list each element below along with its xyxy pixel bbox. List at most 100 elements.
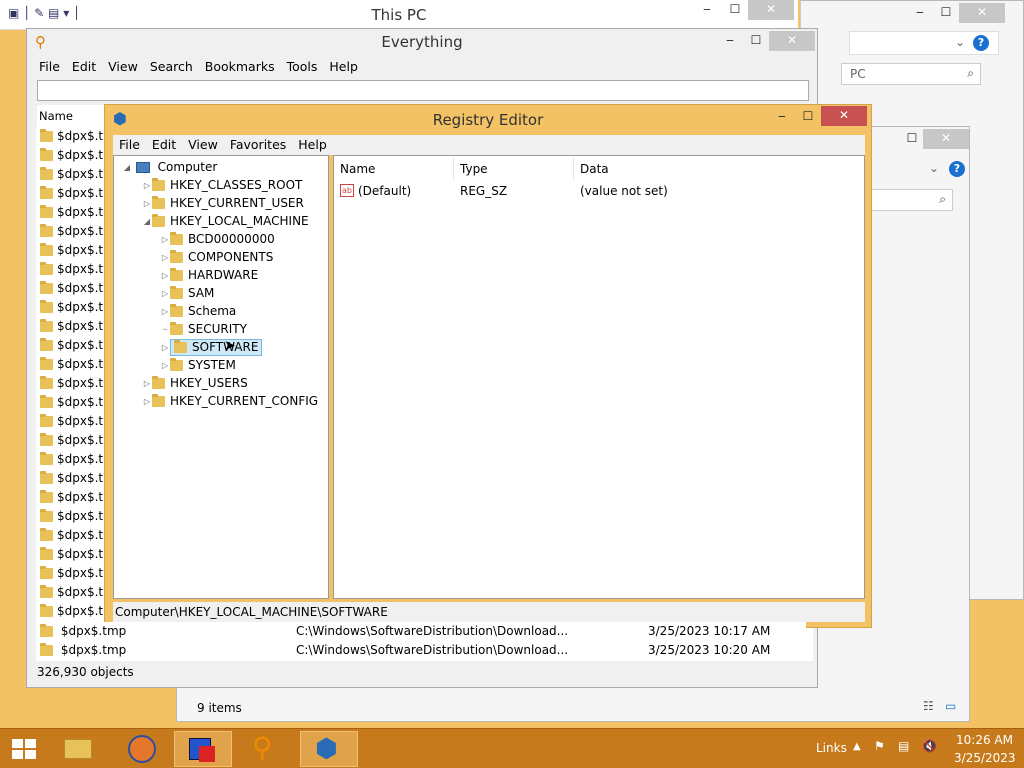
expand-icon[interactable]: ▷ — [160, 285, 170, 303]
list-item[interactable]: $dpx$.tm — [36, 488, 104, 507]
taskbar-file-explorer[interactable] — [50, 731, 108, 767]
list-item[interactable]: $dpx$.tm — [36, 203, 104, 222]
tree-node-system[interactable]: ▷ SYSTEM — [160, 356, 236, 374]
network-flag-icon[interactable]: ⚑ — [874, 739, 885, 753]
maximize-button[interactable]: ☐ — [743, 31, 769, 51]
tiles-view-icon[interactable]: ▭ — [945, 699, 956, 713]
menu-tools[interactable]: Tools — [281, 57, 324, 77]
list-item[interactable]: $dpx$.tm — [36, 146, 104, 165]
menu-file[interactable]: File — [33, 57, 66, 77]
menu-help[interactable]: Help — [292, 135, 333, 155]
list-item[interactable]: $dpx$.tm — [36, 469, 104, 488]
menu-edit[interactable]: Edit — [146, 135, 182, 155]
tree-node-hardware[interactable]: ▷ HARDWARE — [160, 266, 258, 284]
chevron-down-icon[interactable]: ⌄ — [955, 35, 965, 49]
expand-icon[interactable]: ▷ — [142, 393, 152, 411]
everything-visible-row[interactable]: $dpx$.tmp C:\Windows\SoftwareDistributio… — [36, 622, 806, 641]
expand-icon[interactable]: ▷ — [142, 195, 152, 213]
volume-muted-icon[interactable]: 🔇 — [922, 739, 937, 753]
taskbar-app-shapes[interactable] — [174, 731, 232, 767]
list-item[interactable]: $dpx$.tm — [36, 222, 104, 241]
tree-node-bcd[interactable]: ▷ BCD00000000 — [160, 230, 275, 248]
tree-node-hkey-users[interactable]: ▷ HKEY_USERS — [142, 374, 248, 392]
menu-favorites[interactable]: Favorites — [224, 135, 292, 155]
list-item[interactable]: $dpx$.tm — [36, 165, 104, 184]
maximize-button[interactable]: ☐ — [722, 0, 748, 20]
column-header-data[interactable]: Data — [574, 158, 864, 180]
clock-date[interactable]: 3/25/2023 — [954, 751, 1016, 765]
column-header-name[interactable]: Name — [39, 109, 73, 123]
menu-edit[interactable]: Edit — [66, 57, 102, 77]
list-item[interactable]: $dpx$.tm — [36, 393, 104, 412]
maximize-button[interactable]: ☐ — [933, 3, 959, 23]
chevron-down-icon[interactable]: ⌄ — [929, 161, 939, 175]
list-item[interactable]: $dpx$.tm — [36, 374, 104, 393]
close-button[interactable]: ✕ — [748, 0, 794, 20]
list-item[interactable]: $dpx$.tm — [36, 412, 104, 431]
menu-help[interactable]: Help — [323, 57, 364, 77]
list-item[interactable]: $dpx$.tm — [36, 127, 104, 146]
menu-view[interactable]: View — [182, 135, 224, 155]
tree-node-hkey-current-config[interactable]: ▷ HKEY_CURRENT_CONFIG — [142, 392, 318, 410]
list-item[interactable]: $dpx$.tm — [36, 526, 104, 545]
menu-view[interactable]: View — [102, 57, 144, 77]
taskbar-firefox[interactable] — [114, 731, 172, 767]
registry-values-list[interactable]: Name Type Data ab (Default) REG_SZ (valu… — [333, 155, 865, 599]
details-view-icon[interactable]: ☷ — [923, 699, 934, 713]
minimize-button[interactable]: ‒ — [717, 31, 743, 51]
tree-node-schema[interactable]: ▷ Schema — [160, 302, 236, 320]
registry-tree[interactable]: ◢ Computer ▷ HKEY_CLASSES_ROOT ▷ HKEY_CURR… — [113, 155, 329, 599]
list-item[interactable]: $dpx$.tm — [36, 507, 104, 526]
list-item[interactable]: $dpx$.tm — [36, 184, 104, 203]
expand-icon[interactable]: ▷ — [142, 177, 152, 195]
close-button[interactable]: ✕ — [923, 129, 969, 149]
close-button[interactable]: ✕ — [769, 31, 815, 51]
list-item[interactable]: $dpx$.tm — [36, 450, 104, 469]
help-icon[interactable]: ? — [949, 161, 965, 177]
close-button[interactable]: ✕ — [821, 106, 867, 126]
menu-search[interactable]: Search — [144, 57, 199, 77]
minimize-button[interactable]: ‒ — [769, 107, 795, 127]
taskbar-registry-editor[interactable]: ⬢ — [300, 731, 358, 767]
minimize-button[interactable]: ‒ — [694, 0, 720, 20]
expand-icon[interactable]: ▷ — [160, 249, 170, 267]
list-item[interactable]: $dpx$.tm — [36, 545, 104, 564]
maximize-button[interactable]: ☐ — [795, 107, 821, 127]
tree-node-components[interactable]: ▷ COMPONENTS — [160, 248, 273, 266]
tree-node-hkey-classes-root[interactable]: ▷ HKEY_CLASSES_ROOT — [142, 176, 302, 194]
expand-icon[interactable]: ▷ — [160, 339, 170, 357]
list-item[interactable]: $dpx$.tm — [36, 355, 104, 374]
expand-icon[interactable]: ▷ — [160, 357, 170, 375]
expand-icon[interactable]: ▷ — [160, 303, 170, 321]
collapse-icon[interactable]: ◢ — [122, 159, 132, 177]
value-row[interactable]: ab (Default) REG_SZ (value not set) — [334, 182, 864, 200]
column-header-name[interactable]: Name — [334, 158, 454, 180]
search-box[interactable]: PC ⌕ — [841, 63, 981, 85]
help-icon[interactable]: ? — [973, 35, 989, 51]
expand-icon[interactable]: ▷ — [160, 267, 170, 285]
expand-icon[interactable]: ▷ — [160, 231, 170, 249]
tree-node-sam[interactable]: ▷ SAM — [160, 284, 214, 302]
minimize-button[interactable]: ‒ — [907, 3, 933, 23]
column-header-type[interactable]: Type — [454, 158, 574, 180]
tree-node-hkey-local-machine[interactable]: ◢ HKEY_LOCAL_MACHINE — [142, 212, 309, 230]
list-item[interactable]: $dpx$.tm — [36, 583, 104, 602]
tree-node-computer[interactable]: ◢ Computer — [122, 158, 217, 176]
network-icon[interactable]: ▤ — [898, 739, 909, 753]
list-item[interactable]: $dpx$.tm — [36, 298, 104, 317]
close-button[interactable]: ✕ — [959, 3, 1005, 23]
search-box[interactable]: ⌕ — [871, 189, 953, 211]
tree-node-hkey-current-user[interactable]: ▷ HKEY_CURRENT_USER — [142, 194, 304, 212]
taskbar-everything[interactable]: ⚲ — [238, 731, 296, 767]
list-item[interactable]: $dpx$.tm — [36, 241, 104, 260]
everything-visible-row[interactable]: $dpx$.tmp C:\Windows\SoftwareDistributio… — [36, 641, 806, 660]
tree-node-security[interactable]: ┈ SECURITY — [160, 320, 247, 338]
collapse-icon[interactable]: ◢ — [142, 213, 152, 231]
maximize-button[interactable]: ☐ — [899, 129, 925, 149]
menu-file[interactable]: File — [113, 135, 146, 155]
registry-editor-window[interactable]: ⬢ Registry Editor ‒ ☐ ✕ File Edit View F… — [104, 104, 872, 628]
expand-icon[interactable]: ▷ — [142, 375, 152, 393]
list-item[interactable]: $dpx$.tm — [36, 431, 104, 450]
start-button[interactable] — [0, 731, 48, 767]
list-item[interactable]: $dpx$.tm — [36, 602, 104, 621]
